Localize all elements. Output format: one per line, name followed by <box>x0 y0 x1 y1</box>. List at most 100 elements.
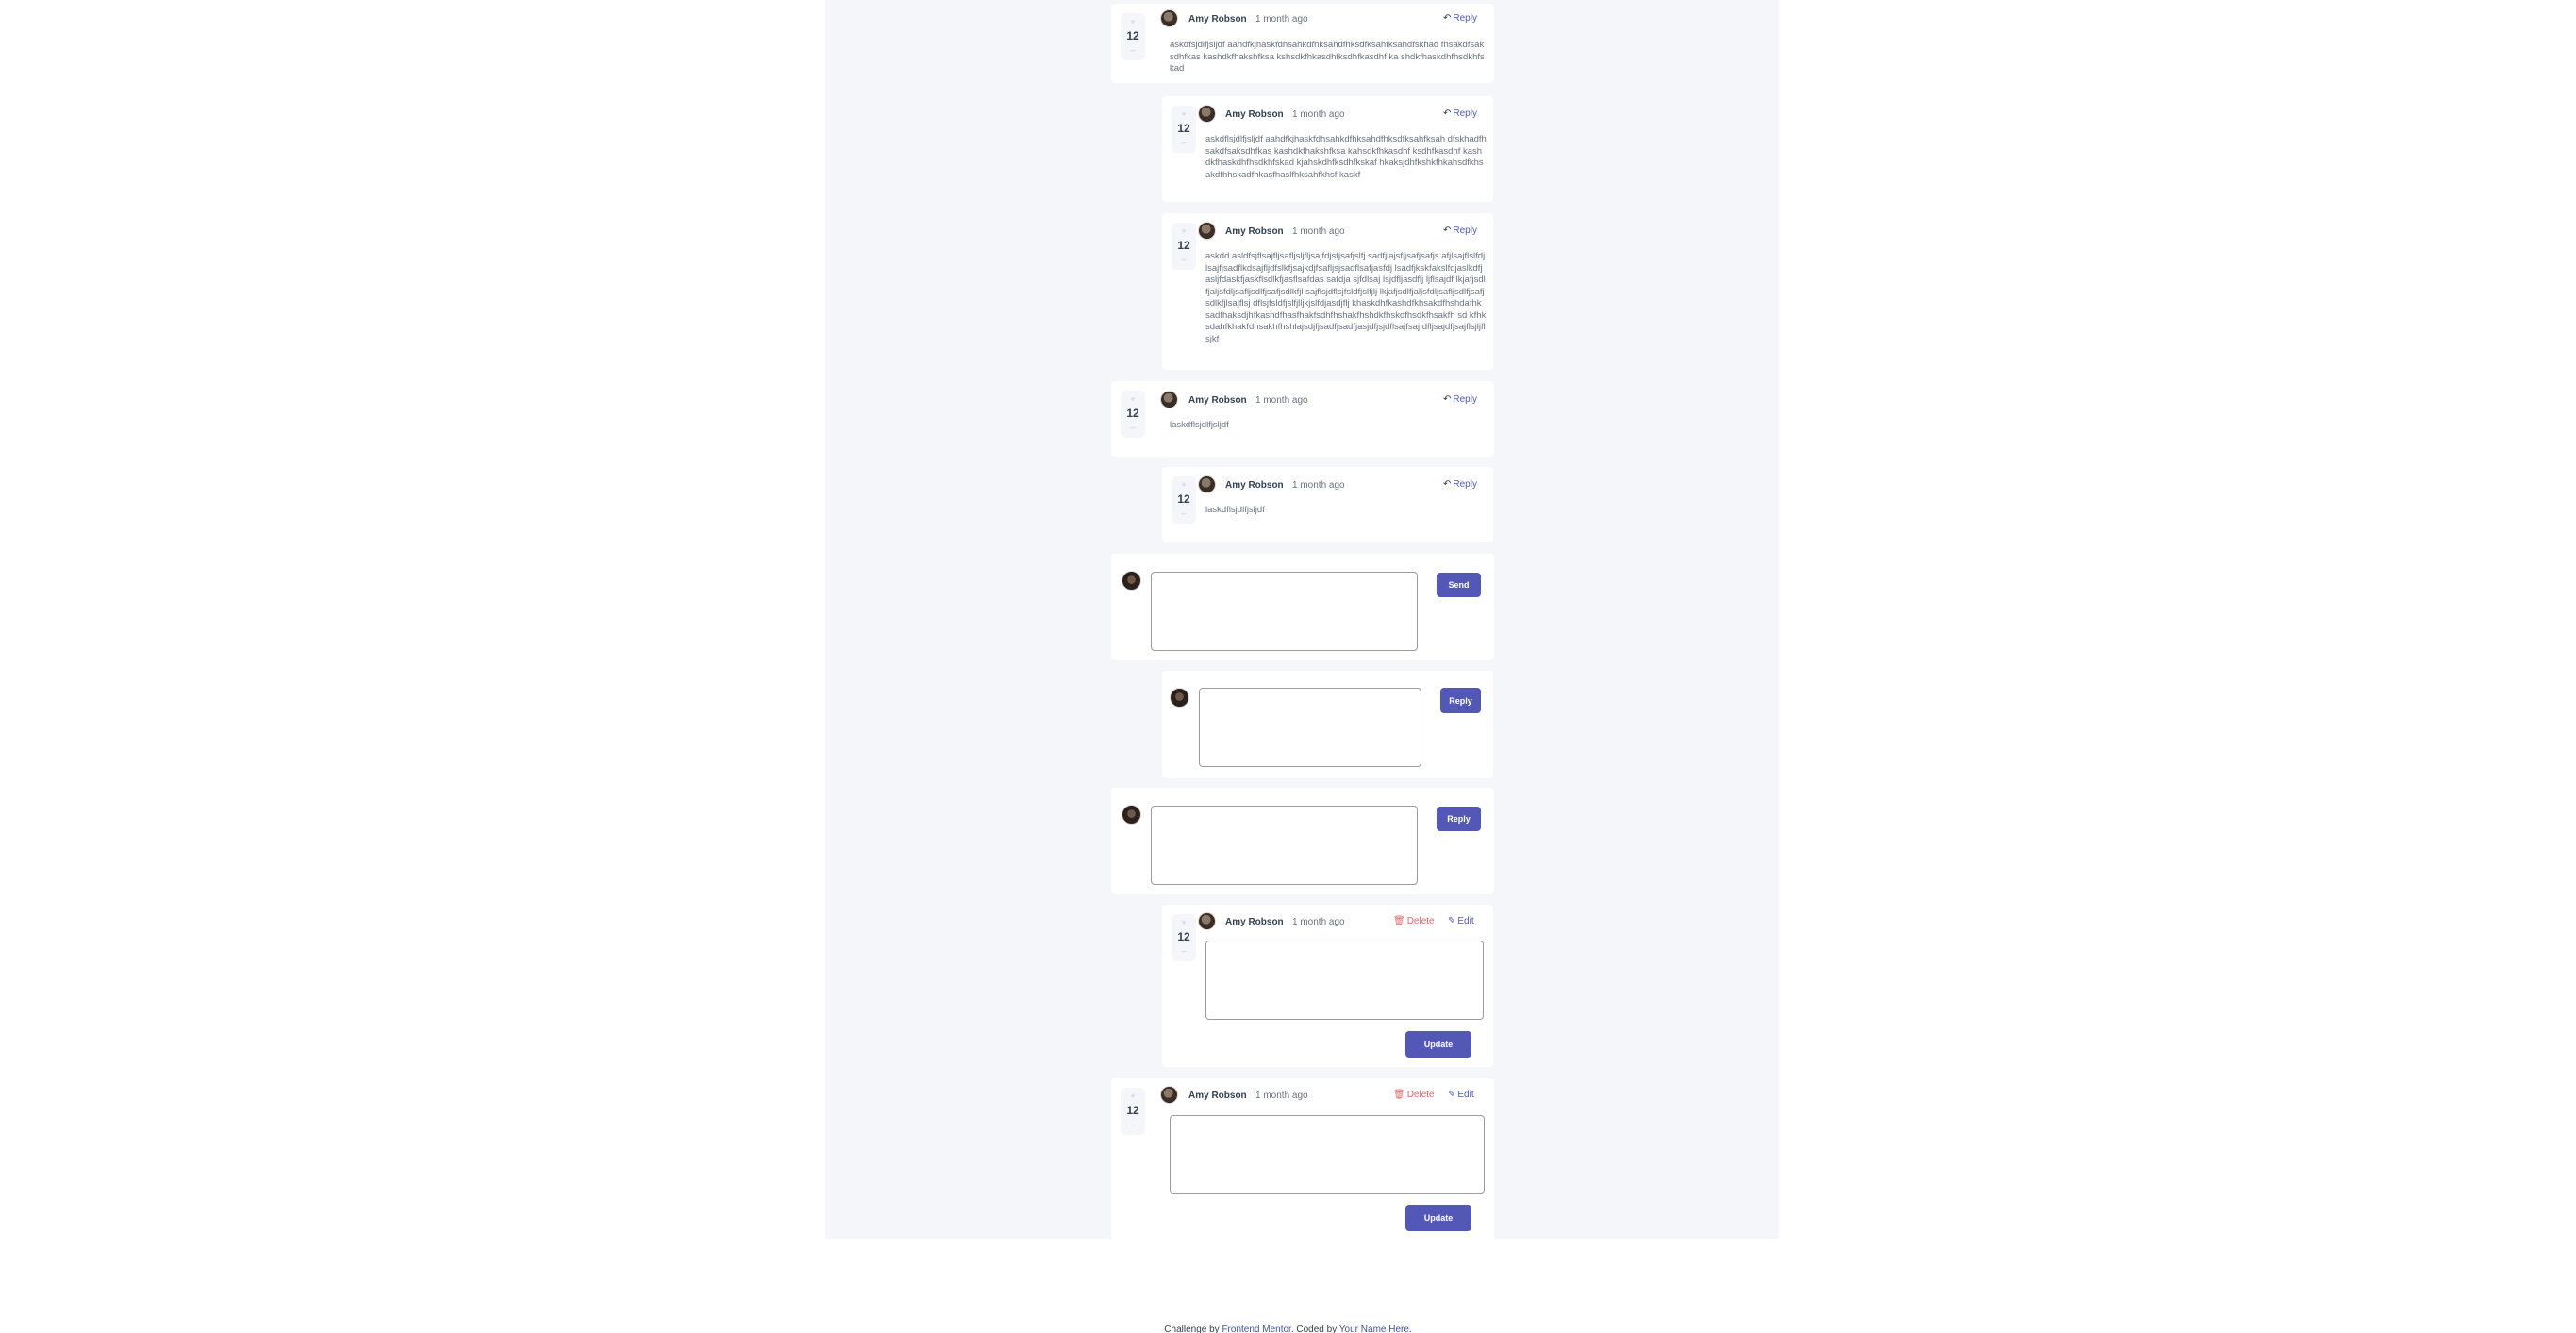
update-button[interactable]: Update <box>1405 1031 1471 1058</box>
username: Amy Robson <box>1225 226 1284 237</box>
score: 12 <box>1126 1104 1139 1117</box>
send-button[interactable]: Send <box>1437 573 1481 597</box>
vote-widget: + 12 – <box>1172 914 1196 961</box>
reply-form: Reply <box>1162 671 1493 778</box>
reply-label: Reply <box>1453 108 1477 119</box>
reply-submit-button[interactable]: Reply <box>1440 688 1481 713</box>
reply-label: Reply <box>1453 394 1477 405</box>
avatar <box>1198 475 1216 493</box>
username: Amy Robson <box>1225 917 1284 927</box>
delete-label: Delete <box>1406 916 1435 926</box>
timestamp: 1 month ago <box>1292 109 1345 120</box>
reply-input[interactable] <box>1151 806 1418 885</box>
score: 12 <box>1126 29 1139 42</box>
new-comment-form: Send <box>1111 554 1494 660</box>
frontend-mentor-link[interactable]: Frontend Mentor <box>1222 1325 1290 1333</box>
edit-label: Edit <box>1457 1090 1474 1100</box>
plus-icon[interactable]: + <box>1130 393 1135 405</box>
minus-icon[interactable]: – <box>1130 1119 1135 1130</box>
reply-form: Reply <box>1111 788 1494 894</box>
reply-label: Reply <box>1453 479 1477 490</box>
reply-button[interactable]: ↶ Reply <box>1443 13 1477 24</box>
comment-card: + 12 – Amy Robson 1 month ago ↶ Reply la… <box>1111 381 1494 457</box>
trash-icon: 🗑 <box>1393 1090 1405 1100</box>
vote-widget: + 12 – <box>1172 106 1196 153</box>
plus-icon[interactable]: + <box>1181 225 1186 237</box>
vote-widget: + 12 – <box>1172 476 1196 524</box>
reply-label: Reply <box>1453 225 1477 236</box>
vote-widget: + 12 – <box>1121 391 1145 438</box>
edit-label: Edit <box>1457 916 1474 926</box>
reply-button[interactable]: ↶ Reply <box>1443 394 1477 405</box>
delete-button[interactable]: 🗑 Delete <box>1393 1090 1435 1100</box>
plus-icon[interactable]: + <box>1130 1091 1135 1102</box>
vote-widget: + 12 – <box>1172 223 1196 270</box>
edit-comment-card: + 12 – Amy Robson 1 month ago 🗑 Delete ✎… <box>1111 1078 1494 1241</box>
delete-label: Delete <box>1406 1090 1435 1100</box>
attribution-suffix: . <box>1408 1325 1412 1333</box>
delete-button[interactable]: 🗑 Delete <box>1393 916 1435 926</box>
reply-button[interactable]: ↶ Reply <box>1443 108 1477 119</box>
score: 12 <box>1177 930 1190 943</box>
reply-submit-button[interactable]: Reply <box>1437 807 1481 831</box>
reply-arrow-icon: ↶ <box>1443 225 1452 236</box>
avatar <box>1170 688 1189 708</box>
reply-label: Reply <box>1453 13 1477 24</box>
plus-icon[interactable]: + <box>1130 16 1135 27</box>
plus-icon[interactable]: + <box>1181 108 1186 120</box>
pencil-icon: ✎ <box>1448 916 1456 926</box>
reply-arrow-icon: ↶ <box>1443 108 1452 119</box>
comment-card: + 12 – Amy Robson 1 month ago ↶ Reply as… <box>1162 213 1493 370</box>
username: Amy Robson <box>1188 395 1247 406</box>
edit-input[interactable] <box>1205 941 1484 1020</box>
reply-button[interactable]: ↶ Reply <box>1443 225 1477 236</box>
score: 12 <box>1126 407 1139 420</box>
avatar <box>1160 1086 1178 1104</box>
avatar <box>1122 571 1141 591</box>
avatar <box>1160 9 1178 27</box>
minus-icon[interactable]: – <box>1130 422 1135 433</box>
vote-widget: + 12 – <box>1121 1088 1145 1135</box>
comment-card: + 12 – Amy Robson 1 month ago ↶ Reply as… <box>1162 96 1493 202</box>
update-button[interactable]: Update <box>1405 1205 1471 1231</box>
avatar <box>1198 912 1216 930</box>
minus-icon[interactable]: – <box>1181 508 1186 519</box>
timestamp: 1 month ago <box>1292 917 1345 927</box>
plus-icon[interactable]: + <box>1181 479 1186 491</box>
timestamp: 1 month ago <box>1292 480 1345 491</box>
username: Amy Robson <box>1225 109 1284 120</box>
comment-content: askdfsjdlfjsljdf aahdfkjhaskfdhsahkdfhks… <box>1170 40 1485 74</box>
reply-arrow-icon: ↶ <box>1443 394 1452 405</box>
edit-input[interactable] <box>1170 1115 1485 1194</box>
pencil-icon: ✎ <box>1448 1090 1456 1100</box>
username: Amy Robson <box>1188 1091 1247 1101</box>
comment-card: + 12 – Amy Robson 1 month ago ↶ Reply la… <box>1162 467 1493 542</box>
reply-arrow-icon: ↶ <box>1443 13 1452 24</box>
username: Amy Robson <box>1225 480 1284 491</box>
minus-icon[interactable]: – <box>1130 44 1135 56</box>
minus-icon[interactable]: – <box>1181 945 1186 957</box>
edit-button[interactable]: ✎ Edit <box>1448 916 1474 926</box>
comment-content: askdd asldfsjflsajfljsafljsljfljsajfdjsf… <box>1205 251 1487 344</box>
attribution-prefix: Challenge by <box>1164 1325 1222 1333</box>
avatar <box>1198 105 1216 123</box>
timestamp: 1 month ago <box>1292 226 1345 237</box>
trash-icon: 🗑 <box>1393 916 1405 926</box>
comment-input[interactable] <box>1151 572 1418 651</box>
timestamp: 1 month ago <box>1255 14 1308 25</box>
reply-arrow-icon: ↶ <box>1443 479 1452 490</box>
edit-button[interactable]: ✎ Edit <box>1448 1090 1474 1100</box>
avatar <box>1198 222 1216 240</box>
timestamp: 1 month ago <box>1255 395 1308 406</box>
minus-icon[interactable]: – <box>1181 137 1186 148</box>
edit-comment-card: + 12 – Amy Robson 1 month ago 🗑 Delete ✎… <box>1162 905 1493 1067</box>
minus-icon[interactable]: – <box>1181 254 1186 265</box>
author-link[interactable]: Your Name Here <box>1339 1325 1409 1333</box>
plus-icon[interactable]: + <box>1181 917 1186 928</box>
comment-content: laskdflsjdlfjsljdf <box>1205 505 1265 515</box>
reply-button[interactable]: ↶ Reply <box>1443 479 1477 490</box>
score: 12 <box>1177 122 1190 135</box>
comment-card: + 12 – Amy Robson 1 month ago ↶ Reply as… <box>1111 4 1494 83</box>
score: 12 <box>1177 492 1190 506</box>
reply-input[interactable] <box>1199 688 1421 767</box>
